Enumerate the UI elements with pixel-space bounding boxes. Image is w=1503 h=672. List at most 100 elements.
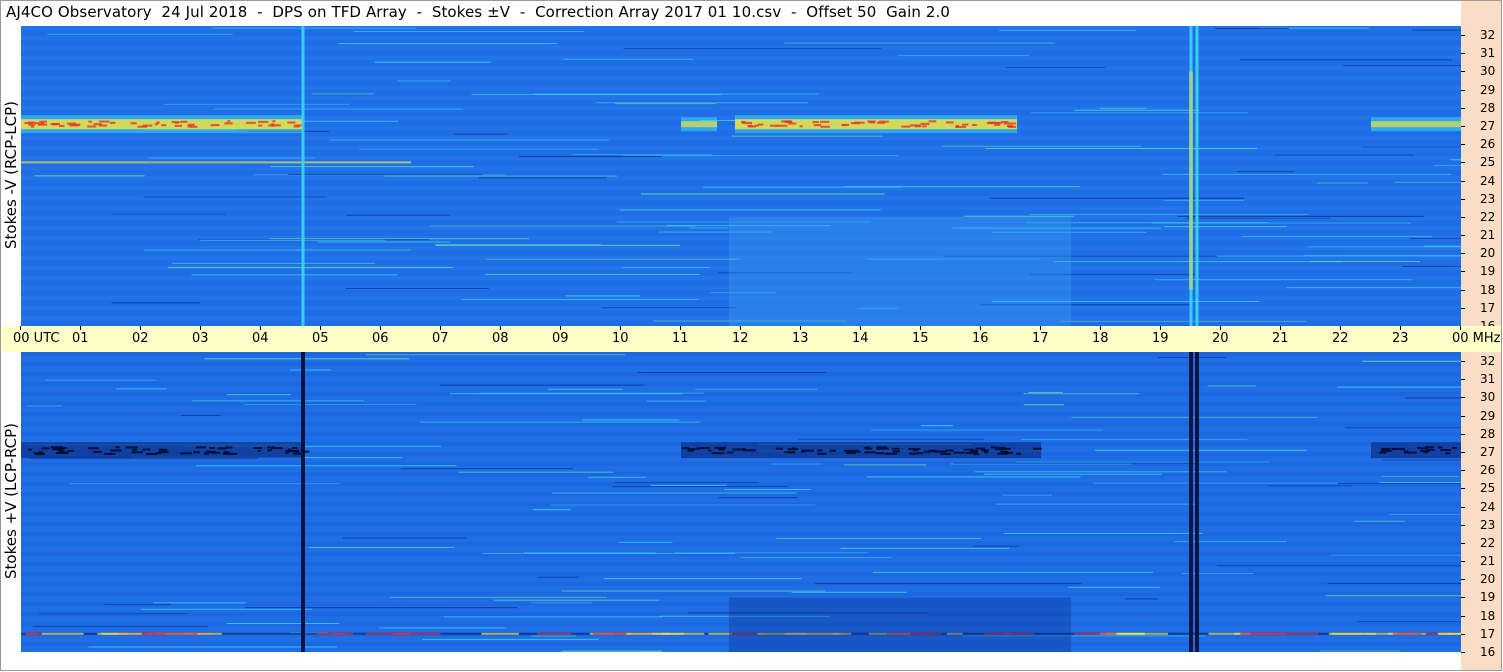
absorption-hotspot [732, 448, 744, 451]
emission-hotspot [994, 123, 1001, 126]
interference-line [596, 102, 809, 104]
interference-line [532, 509, 571, 511]
absorption-hotspot [132, 448, 137, 451]
time-tick-mark [380, 326, 381, 330]
emission-hotspot [799, 125, 803, 128]
interference-line [1164, 226, 1288, 228]
absorption-hotspot [115, 446, 120, 449]
interference-line [400, 468, 574, 470]
absorption-hotspot [293, 452, 302, 455]
absorption-hotspot [1440, 449, 1451, 452]
emission-hotspot [1010, 122, 1017, 125]
interference-line [153, 602, 246, 604]
freq-tick-mark [1461, 652, 1465, 653]
interference-line [984, 473, 1163, 475]
time-tick-label: 16 [972, 331, 989, 346]
freq-tick-mark [1461, 235, 1465, 237]
interference-line [116, 388, 167, 390]
absorption-hotspot [180, 452, 193, 455]
absorption-hotspot [1445, 452, 1451, 455]
freq-tick-mark [1461, 107, 1465, 109]
time-tick-mark [1400, 326, 1401, 330]
interference-line [227, 394, 291, 396]
interference-line [1267, 485, 1352, 487]
freq-tick-label: 32 [1480, 354, 1496, 369]
interference-line [921, 425, 954, 427]
emission-hotspot [246, 121, 256, 124]
freq-tick-label: 26 [1480, 137, 1496, 152]
emission-hotspot [270, 123, 274, 126]
freq-tick-mark [1461, 71, 1465, 73]
freq-tick-label: 25 [1480, 481, 1496, 496]
interference-line [1002, 494, 1052, 496]
interference-line [844, 186, 1080, 188]
interference-line [1093, 482, 1338, 484]
vertical-feature [1195, 352, 1199, 652]
mixed-hotspot [1302, 632, 1319, 635]
freq-tick-mark [1461, 524, 1465, 526]
interference-line [104, 603, 171, 605]
interference-line [518, 156, 662, 158]
freq-tick-label: 23 [1480, 191, 1496, 206]
absorption-hotspot [885, 452, 898, 455]
background-stripe [21, 176, 1461, 180]
background-stripe [21, 166, 1461, 170]
absorption-hotspot [1452, 447, 1458, 450]
interference-line [1237, 171, 1295, 173]
interference-line [143, 196, 327, 198]
freq-tick-mark [1461, 561, 1465, 563]
freq-tick-mark [1461, 597, 1465, 599]
interference-line [422, 638, 599, 640]
emission-hotspot [142, 124, 153, 127]
emission-band [21, 161, 411, 164]
time-tick-label: 13 [792, 331, 809, 346]
interference-line [1177, 215, 1425, 217]
time-tick-label: 04 [252, 331, 269, 346]
interference-line [1162, 173, 1452, 175]
time-tick-mark [200, 326, 201, 330]
freq-tick-label: 32 [1480, 28, 1496, 43]
absorption-hotspot [965, 451, 979, 454]
absorption-hotspot [829, 449, 836, 452]
interference-line [430, 225, 695, 227]
freq-tick-label: 23 [1480, 517, 1496, 532]
interference-line [1343, 65, 1461, 67]
interference-line [196, 465, 457, 467]
interference-line [33, 626, 208, 628]
emission-hotspot [71, 123, 81, 126]
interference-line [1402, 265, 1461, 267]
interference-line [1021, 438, 1248, 440]
time-tick-label: 19 [1152, 331, 1169, 346]
interference-line [471, 94, 722, 96]
emission-hotspot [258, 124, 263, 127]
time-tick-mark [500, 326, 501, 330]
interference-line [689, 227, 728, 229]
freq-tick-mark [1461, 126, 1465, 127]
interference-line [1059, 320, 1307, 322]
freq-tick-label: 22 [1480, 535, 1496, 550]
absorption-hotspot [886, 452, 891, 455]
interference-line [1382, 459, 1461, 461]
interference-line [990, 197, 1245, 199]
background-stripe [21, 512, 1461, 516]
background-stripe [21, 472, 1461, 476]
interference-line [1362, 360, 1461, 362]
interference-line [1124, 598, 1159, 600]
absorption-hotspot [41, 447, 50, 450]
absorption-hotspot [1033, 447, 1043, 450]
emission-hotspot [877, 121, 885, 124]
interference-line [770, 463, 823, 465]
time-tick-label: 06 [372, 331, 389, 346]
interference-line [1450, 159, 1461, 161]
emission-hotspot [867, 120, 876, 123]
time-tick-label: 11 [672, 331, 689, 346]
interference-line [1303, 255, 1461, 257]
interference-line [640, 193, 885, 195]
freq-tick-label: 31 [1480, 372, 1496, 387]
absorption-hotspot [294, 450, 300, 453]
emission-hotspot [820, 125, 830, 128]
time-tick-mark [440, 326, 441, 330]
spectrogram-bottom-svg [21, 352, 1461, 652]
emission-hotspot [224, 122, 233, 125]
freq-tick-mark [1461, 216, 1465, 218]
